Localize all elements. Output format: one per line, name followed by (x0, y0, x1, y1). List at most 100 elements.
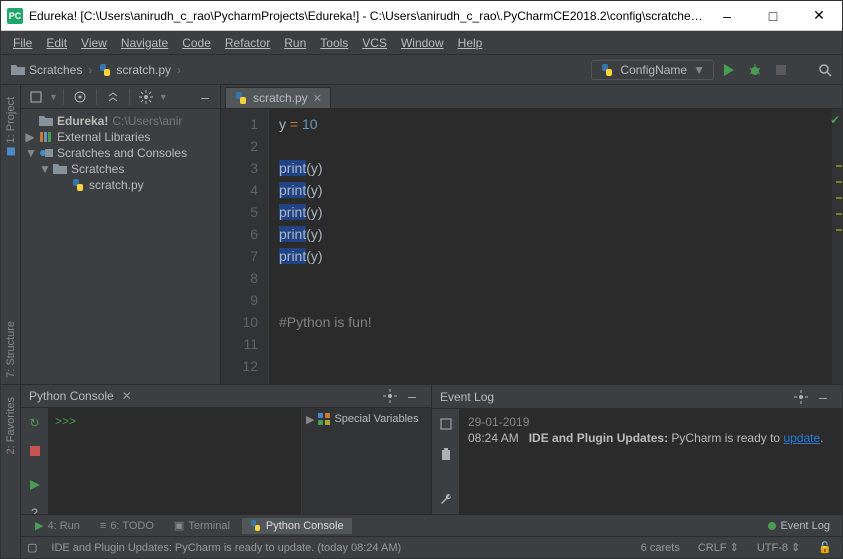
event-log-toolbar (432, 409, 460, 514)
stop-button[interactable] (770, 59, 792, 81)
folder-icon (53, 163, 67, 175)
hide-icon[interactable]: – (401, 385, 423, 407)
chevron-down-icon: ▼ (693, 63, 705, 77)
inspection-ok-icon: ✔ (830, 113, 840, 127)
status-bar: ▢ IDE and Plugin Updates: PyCharm is rea… (21, 536, 842, 558)
chevron-right-icon: › (86, 63, 94, 77)
menu-refactor[interactable]: Refactor (219, 34, 276, 52)
stop-icon[interactable] (24, 440, 46, 462)
clear-icon[interactable] (435, 443, 457, 465)
debug-button[interactable] (744, 59, 766, 81)
project-tree[interactable]: Edureka! C:\Users\anir ▶ External Librar… (21, 109, 220, 197)
editor-tab[interactable]: scratch.py ✕ (225, 87, 331, 108)
status-carets: 6 carets (637, 542, 684, 554)
scratches-icon (39, 147, 53, 159)
python-console-tab[interactable]: Python Console (242, 518, 352, 534)
console-toolbar: ↻ ? (21, 408, 49, 528)
tree-project-root[interactable]: Edureka! C:\Users\anir (21, 113, 220, 129)
select-open-file-button[interactable] (25, 86, 47, 108)
folder-icon (39, 115, 53, 127)
breadcrumb[interactable]: Scratches › scratch.py › (7, 61, 187, 79)
list-icon: ≡ (100, 520, 106, 532)
expand-arrow-icon: ▶ (25, 130, 35, 144)
libraries-icon (39, 131, 53, 143)
wrench-icon[interactable] (435, 488, 457, 510)
project-icon (7, 147, 15, 155)
run-tab[interactable]: ▶4: Run (27, 517, 88, 534)
run-config-name: ConfigName (620, 63, 687, 77)
maximize-button[interactable]: □ (750, 1, 796, 31)
menu-edit[interactable]: Edit (40, 34, 73, 52)
menubar: File Edit View Navigate Code Refactor Ru… (1, 31, 842, 55)
tree-label: scratch.py (89, 178, 144, 192)
menu-window[interactable]: Window (395, 34, 450, 52)
menu-help[interactable]: Help (452, 34, 489, 52)
menu-view[interactable]: View (75, 34, 113, 52)
breadcrumb-file: scratch.py (116, 63, 171, 77)
collapse-all-button[interactable] (102, 86, 124, 108)
event-messages[interactable]: 29-01-2019 08:24 AM IDE and Plugin Updat… (460, 409, 842, 514)
python-console-pane: Python Console✕ – ↻ ? >>> ▶ (21, 385, 432, 514)
tree-external-libraries[interactable]: ▶ External Libraries (21, 129, 220, 145)
project-toolbar: ▼ ▼ – (21, 85, 220, 109)
terminal-tab[interactable]: ▣Terminal (166, 517, 238, 534)
status-encoding[interactable]: UTF-8 ⇕ (753, 541, 804, 554)
tree-scratches-folder[interactable]: ▼ Scratches (21, 161, 220, 177)
menu-vcs[interactable]: VCS (356, 34, 393, 52)
python-icon (600, 63, 614, 77)
close-icon[interactable]: ✕ (118, 389, 132, 403)
event-log-pane: Event Log – 29-01-2019 08:24 AM IDE and … (432, 385, 842, 514)
execute-icon[interactable] (24, 474, 46, 496)
console-input[interactable]: >>> (49, 408, 301, 528)
run-config-dropdown[interactable]: ConfigName ▼ (591, 60, 714, 80)
code-content[interactable]: y = 10 print(y) print(y) print(y) print(… (269, 109, 372, 384)
menu-tools[interactable]: Tools (314, 34, 354, 52)
toggle-tools-icon[interactable]: ▢ (27, 541, 37, 554)
close-tab-icon[interactable]: ✕ (313, 92, 322, 105)
left-tool-tabs: 1: Project 7: Structure (1, 85, 21, 384)
variables-label: Special Variables (334, 413, 418, 425)
close-button[interactable]: ✕ (796, 1, 842, 31)
run-button[interactable] (718, 59, 740, 81)
menu-run[interactable]: Run (278, 34, 312, 52)
titlebar: PC Edureka! [C:\Users\anirudh_c_rao\Pych… (1, 1, 842, 31)
hide-icon[interactable]: – (812, 386, 834, 408)
todo-tab[interactable]: ≡6: TODO (92, 518, 162, 534)
project-tool-tab[interactable]: 1: Project (3, 91, 19, 161)
favorites-tool-tab[interactable]: 2: Favorites (3, 391, 19, 460)
expand-arrow-icon[interactable]: ▶ (306, 413, 314, 426)
folder-icon (11, 64, 25, 76)
menu-file[interactable]: File (7, 34, 38, 52)
lock-icon[interactable]: 🔓 (814, 541, 836, 554)
tab-label: scratch.py (253, 91, 308, 105)
tree-label: Edureka! (57, 114, 108, 128)
tree-path: C:\Users\anir (112, 114, 182, 128)
code-editor[interactable]: 123456789101112 y = 10 print(y) print(y)… (221, 109, 842, 384)
editor-tabs: scratch.py ✕ (221, 85, 842, 109)
tree-scratches-consoles[interactable]: ▼ Scratches and Consoles (21, 145, 220, 161)
menu-navigate[interactable]: Navigate (115, 34, 174, 52)
console-tab[interactable]: Python Console✕ (29, 389, 132, 403)
error-stripe[interactable]: ✔ (832, 109, 842, 384)
tree-label: External Libraries (57, 130, 150, 144)
tree-scratch-file[interactable]: scratch.py (21, 177, 220, 193)
editor-area: scratch.py ✕ 123456789101112 y = 10 prin… (221, 85, 842, 384)
status-line-separator[interactable]: CRLF ⇕ (694, 541, 743, 554)
tool-settings-button[interactable] (135, 86, 157, 108)
rerun-icon[interactable]: ↻ (24, 412, 46, 434)
menu-code[interactable]: Code (176, 34, 217, 52)
search-button[interactable] (814, 59, 836, 81)
python-file-icon (71, 178, 85, 192)
structure-tool-tab[interactable]: 7: Structure (3, 315, 19, 384)
scroll-from-source-button[interactable] (69, 86, 91, 108)
update-link[interactable]: update (783, 431, 820, 445)
settings-icon[interactable] (790, 386, 812, 408)
window-title: Edureka! [C:\Users\anirudh_c_rao\Pycharm… (29, 9, 704, 23)
minimize-button[interactable]: – (704, 1, 750, 31)
app-icon: PC (7, 8, 23, 24)
variables-pane[interactable]: ▶ Special Variables (301, 408, 431, 528)
hide-tool-button[interactable]: – (194, 86, 216, 108)
filter-icon[interactable] (435, 413, 457, 435)
event-log-tab[interactable]: Event Log (762, 518, 836, 534)
settings-icon[interactable] (379, 385, 401, 407)
